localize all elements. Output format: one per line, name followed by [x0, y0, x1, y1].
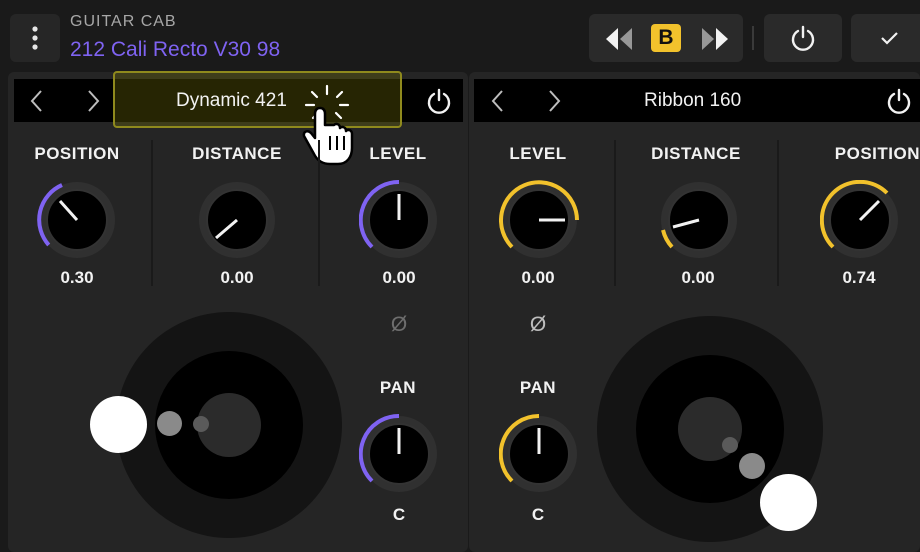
- mic2-pan-knob[interactable]: [499, 414, 579, 494]
- chevron-right-icon[interactable]: [84, 89, 102, 113]
- mic2-position-label: POSITION: [834, 144, 920, 163]
- mic1-level-label: LEVEL: [369, 144, 427, 163]
- chevron-left-icon[interactable]: [28, 89, 46, 113]
- mic1-position-knob[interactable]: [37, 180, 117, 260]
- kebab-menu-icon: [32, 26, 38, 50]
- fast-forward-icon[interactable]: [700, 26, 730, 52]
- mic2-level-knob[interactable]: [499, 180, 579, 260]
- mic2-position-handle[interactable]: [760, 474, 817, 531]
- mic2-level-label: LEVEL: [509, 144, 567, 163]
- bypass-button[interactable]: [764, 14, 842, 62]
- mic1-level-value: 0.00: [382, 268, 416, 287]
- mic1-position-label: POSITION: [34, 144, 120, 163]
- mic1-power-icon[interactable]: [426, 88, 452, 114]
- chevron-right-icon[interactable]: [545, 89, 563, 113]
- mic1-pan-knob[interactable]: [359, 414, 439, 494]
- mic1-position-handle[interactable]: [90, 396, 147, 453]
- mic2-pan-label: PAN: [519, 378, 557, 397]
- mic1-distance-knob[interactable]: [197, 180, 277, 260]
- power-icon: [791, 25, 815, 51]
- more-menu-button[interactable]: [10, 14, 60, 62]
- mic1-level-knob[interactable]: [359, 180, 439, 260]
- mic1-distance-value: 0.00: [220, 268, 254, 287]
- mic1-name[interactable]: Dynamic 421: [176, 90, 287, 112]
- mic1-pan-value: C: [392, 505, 406, 524]
- preset-name[interactable]: 212 Cali Recto V30 98: [70, 38, 280, 62]
- check-icon: [880, 32, 898, 45]
- mic2-power-icon[interactable]: [886, 88, 912, 114]
- mic2-trail-dot: [739, 453, 765, 479]
- mic2-distance-value: 0.00: [681, 268, 715, 287]
- mic1-trail-dot: [157, 411, 182, 436]
- confirm-button[interactable]: [851, 14, 920, 62]
- mic2-distance-knob[interactable]: [659, 180, 739, 260]
- mic2-level-value: 0.00: [521, 268, 555, 287]
- header-divider: [752, 26, 754, 50]
- mic2-name[interactable]: Ribbon 160: [644, 90, 741, 112]
- rewind-icon[interactable]: [604, 26, 634, 52]
- mic2-distance-label: DISTANCE: [651, 144, 741, 163]
- mic1-position-value: 0.30: [60, 268, 94, 287]
- block-category-label: GUITAR CAB: [70, 13, 177, 30]
- mic1-distance-label: DISTANCE: [192, 144, 282, 163]
- mic2-position-value: 0.74: [842, 268, 876, 287]
- chevron-left-icon[interactable]: [489, 89, 507, 113]
- mic1-pan-label: PAN: [379, 378, 417, 397]
- mic1-phase-invert-icon[interactable]: Ø: [389, 313, 409, 337]
- mic1-trail-dot: [193, 416, 209, 432]
- ab-selected-badge[interactable]: B: [651, 24, 681, 52]
- mic1-placement-pad[interactable]: [114, 310, 344, 540]
- mic2-position-knob[interactable]: [820, 180, 900, 260]
- mic2-phase-invert-icon[interactable]: Ø: [528, 313, 548, 337]
- mic2-trail-dot: [722, 437, 738, 453]
- mic2-pan-value: C: [531, 505, 545, 524]
